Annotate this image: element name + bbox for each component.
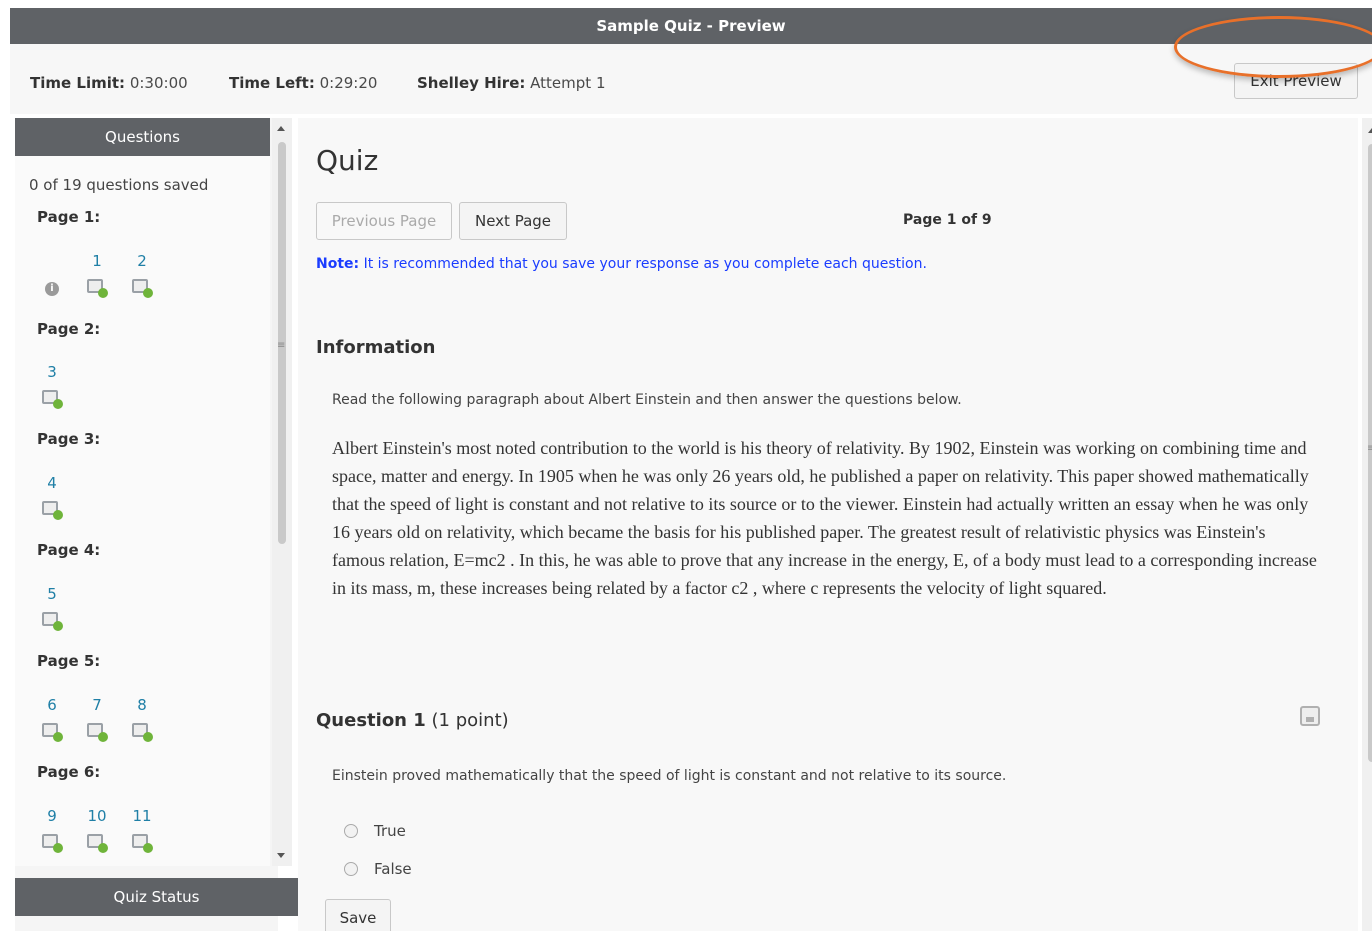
unsaved-question-icon[interactable] — [132, 279, 153, 299]
question-link-7[interactable]: 7 — [86, 696, 108, 714]
scroll-grip-icon: ≡ — [277, 340, 286, 351]
question-link-5[interactable]: 5 — [41, 585, 63, 603]
unsaved-question-icon[interactable] — [42, 501, 63, 521]
save-note: Note: It is recommended that you save yo… — [316, 256, 927, 272]
next-page-button[interactable]: Next Page — [459, 202, 567, 240]
radio-true[interactable] — [344, 824, 358, 838]
time-left: Time Left: 0:29:20 — [229, 74, 377, 92]
question-link-4[interactable]: 4 — [41, 474, 63, 492]
previous-page-button[interactable]: Previous Page — [316, 202, 452, 240]
question-title: Question 1 — [316, 710, 426, 731]
questions-list: 0 of 19 questions saved Page 1: 1 2 i Pa… — [15, 156, 270, 866]
quiz-info-bar: Time Limit: 0:30:00 Time Left: 0:29:20 S… — [10, 44, 1372, 114]
sidebar-scrollbar[interactable]: ≡ — [272, 118, 292, 866]
user-name: Shelley Hire: — [417, 74, 526, 92]
page-label: Page 3: — [37, 430, 101, 448]
page-label: Page 5: — [37, 652, 101, 670]
question-link-6[interactable]: 6 — [41, 696, 63, 714]
question-link-2[interactable]: 2 — [131, 252, 153, 270]
radio-false[interactable] — [344, 862, 358, 876]
question-link-11[interactable]: 11 — [131, 807, 153, 825]
question-link-9[interactable]: 9 — [41, 807, 63, 825]
question-points: (1 point) — [425, 710, 509, 731]
unsaved-question-icon[interactable] — [42, 834, 63, 854]
unsaved-question-icon[interactable] — [132, 723, 153, 743]
quiz-content: Quiz Previous Page Next Page Page 1 of 9… — [298, 118, 1358, 931]
page-label: Page 6: — [37, 763, 101, 781]
save-disk-icon[interactable] — [1300, 706, 1320, 726]
question-link-10[interactable]: 10 — [86, 807, 108, 825]
unsaved-question-icon[interactable] — [42, 723, 63, 743]
time-limit-value: 0:30:00 — [129, 74, 188, 92]
questions-sidebar: Questions 0 of 19 questions saved Page 1… — [15, 118, 298, 931]
window-title: Sample Quiz - Preview — [10, 8, 1372, 44]
question-text: Einstein proved mathematically that the … — [332, 768, 1007, 784]
page-indicator: Page 1 of 9 — [903, 212, 992, 228]
unsaved-question-icon[interactable] — [87, 834, 108, 854]
page-label: Page 2: — [37, 320, 101, 338]
note-text: It is recommended that you save your res… — [359, 256, 927, 272]
exit-preview-button[interactable]: Exit Preview — [1234, 63, 1358, 99]
unsaved-question-icon[interactable] — [87, 723, 108, 743]
save-button[interactable]: Save — [325, 899, 391, 931]
content-scrollbar[interactable]: ≡ — [1362, 118, 1372, 931]
quiz-preview-window: Sample Quiz - Preview Time Limit: 0:30:0… — [10, 8, 1372, 931]
time-limit-label: Time Limit: — [30, 74, 126, 92]
option-label: True — [374, 822, 406, 840]
unsaved-question-icon[interactable] — [42, 612, 63, 632]
page-label: Page 1: — [37, 208, 101, 226]
time-left-label: Time Left: — [229, 74, 315, 92]
option-label: False — [374, 860, 412, 878]
note-label: Note: — [316, 256, 360, 272]
page-title: Quiz — [316, 144, 379, 177]
einstein-paragraph: Albert Einstein's most noted contributio… — [332, 438, 1317, 598]
question-link-1[interactable]: 1 — [86, 252, 108, 270]
saved-count: 0 of 19 questions saved — [29, 176, 209, 194]
info-icon: i — [45, 282, 59, 296]
scroll-up-arrow-icon[interactable] — [1368, 128, 1372, 133]
unsaved-question-icon[interactable] — [132, 834, 153, 854]
time-limit: Time Limit: 0:30:00 — [30, 74, 188, 92]
scroll-grip-icon: ≡ — [1367, 443, 1372, 454]
attempt-info: Shelley Hire: Attempt 1 — [417, 74, 606, 92]
attempt-number: Attempt 1 — [530, 74, 606, 92]
unsaved-question-icon[interactable] — [87, 279, 108, 299]
time-left-value: 0:29:20 — [319, 74, 378, 92]
information-heading: Information — [316, 337, 436, 358]
question-link-8[interactable]: 8 — [131, 696, 153, 714]
unsaved-question-icon[interactable] — [42, 390, 63, 410]
scroll-down-arrow-icon[interactable] — [277, 853, 285, 858]
question-heading: Question 1 (1 point) — [316, 710, 509, 731]
page-label: Page 4: — [37, 541, 101, 559]
instruction-text: Read the following paragraph about Alber… — [332, 392, 962, 408]
scroll-up-arrow-icon[interactable] — [277, 126, 285, 131]
question-link-3[interactable]: 3 — [41, 363, 63, 381]
quiz-status-header[interactable]: Quiz Status — [15, 878, 298, 916]
questions-panel-header: Questions — [15, 118, 270, 156]
